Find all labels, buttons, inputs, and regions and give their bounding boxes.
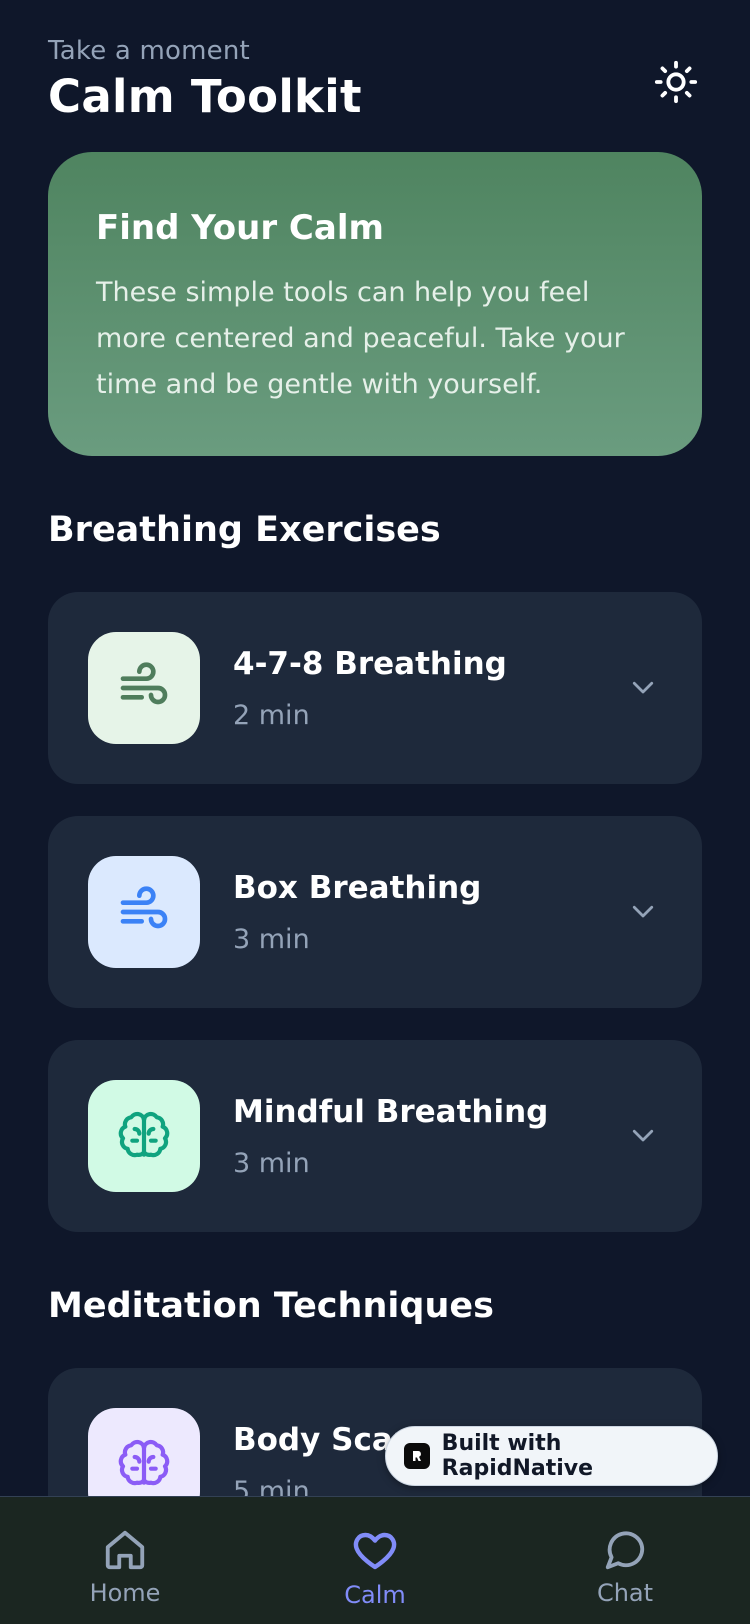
tab-label: Home (89, 1579, 161, 1607)
brain-icon (118, 1439, 170, 1486)
tab-label: Calm (344, 1581, 406, 1609)
chat-bubble-icon (605, 1531, 645, 1570)
tab-home[interactable]: Home (65, 1527, 185, 1607)
exercise-icon-tile (88, 632, 200, 744)
page-title: Calm Toolkit (48, 70, 362, 123)
header: Take a moment Calm Toolkit (48, 36, 702, 123)
exercise-duration: 3 min (233, 1148, 310, 1179)
tab-label: Chat (596, 1579, 654, 1607)
exercise-duration: 2 min (233, 700, 310, 731)
chevron-down-icon[interactable] (628, 1120, 658, 1150)
section-title-breathing: Breathing Exercises (48, 510, 441, 550)
badge-text: Built with RapidNative (441, 1431, 594, 1481)
sun-icon (654, 60, 698, 104)
exercise-duration: 3 min (233, 924, 310, 955)
wind-icon (120, 886, 168, 929)
wind-icon (120, 662, 168, 705)
bottom-tab-bar: Home Calm Chat (0, 1496, 750, 1624)
chevron-down-icon[interactable] (628, 672, 658, 702)
chevron-down-icon[interactable] (628, 896, 658, 926)
home-icon (105, 1530, 145, 1570)
tab-calm[interactable]: Calm (315, 1527, 435, 1609)
theme-toggle-button[interactable] (650, 56, 702, 108)
built-with-badge[interactable]: Built with RapidNative (385, 1426, 718, 1486)
exercise-card[interactable]: 4-7-8 Breathing 2 min (48, 592, 702, 784)
header-subtitle: Take a moment (48, 36, 250, 66)
heart-icon (353, 1532, 397, 1570)
exercise-icon-tile (88, 1080, 200, 1192)
exercise-name: Mindful Breathing (233, 1094, 549, 1130)
section-title-meditation: Meditation Techniques (48, 1286, 494, 1326)
hero-title: Find Your Calm (96, 208, 384, 248)
exercise-icon-tile (88, 856, 200, 968)
tab-chat[interactable]: Chat (565, 1527, 685, 1607)
rapidnative-logo-icon (404, 1443, 430, 1469)
exercise-name: Box Breathing (233, 870, 482, 906)
hero-card: Find Your Calm These simple tools can he… (48, 152, 702, 456)
exercise-card[interactable]: Mindful Breathing 3 min (48, 1040, 702, 1232)
exercise-name: 4-7-8 Breathing (233, 646, 507, 682)
hero-text: These simple tools can help you feel mor… (96, 277, 625, 400)
exercise-card[interactable]: Box Breathing 3 min (48, 816, 702, 1008)
brain-icon (118, 1111, 170, 1158)
